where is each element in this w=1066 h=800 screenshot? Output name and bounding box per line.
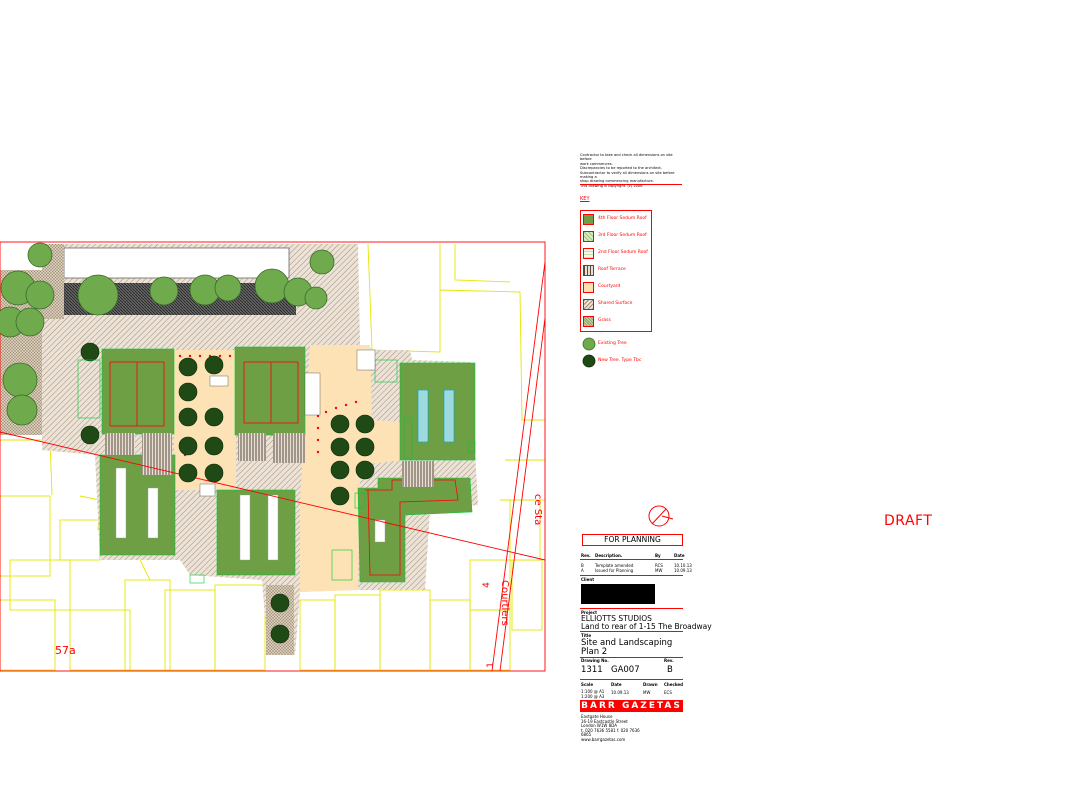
client-redaction [581,584,655,604]
address-line: www.barrgazetas.com [581,736,626,742]
new-tree-icon [582,354,596,368]
scale-header: Scale [581,682,594,687]
swatch-courtyard [583,282,594,293]
by-header: By [655,553,661,558]
divider [580,679,683,680]
plot-number-label: 57a [55,644,76,657]
key-tree-label: New Tree. Type Tbc [598,358,642,363]
project-address: Land to rear of 1-15 The Broadway [581,622,712,631]
street-name-label: Courtlers [499,580,510,626]
checked-value: ECS [664,690,672,695]
key-label: Shared Surface [598,301,633,306]
firm-logo: BARR GAZETAS [580,700,683,712]
drawing-no-label: Drawing No. [581,658,609,663]
key-label: Roof Terrace [598,267,626,272]
existing-tree-icon [582,337,596,351]
rev-label: Rev. [664,658,674,663]
drawing-title-line2: Plan 2 [581,647,608,657]
swatch-shared-surface [583,299,594,310]
key-label: 3rd Floor Sedum Roof [598,233,647,238]
client-label: Client [581,577,595,582]
rev-cell: A [581,568,584,573]
swatch-4th-floor [583,214,594,225]
drawn-header: Drawn [643,682,658,687]
note-line: Subcontractor to verify all dimensions o… [580,170,675,180]
swatch-roof-terrace [583,265,594,276]
note-line: Contractor to take and check all dimensi… [580,153,673,162]
swatch-2nd-floor [583,248,594,259]
rev-cell: MW [655,568,663,573]
divider [580,608,683,609]
description-header: Description. [595,553,623,558]
checked-header: Checked [664,682,683,687]
divider [580,575,683,576]
divider [580,559,683,560]
swatch-grass [583,316,594,327]
key-label: 2nd Floor Sedum Roof [598,250,648,255]
scale-value: 1:100 @ A1 1:200 @ A3 [581,689,605,699]
divider [580,184,682,185]
key-label: 4th Floor Sedum Roof [598,216,647,221]
date-value: 10.09.13 [611,690,629,695]
rev-cell: 10.09.13 [674,568,692,573]
house-number-1: 1 [485,662,496,668]
north-arrow-icon [648,505,674,527]
rev-cell: Issued for Planning [595,568,634,573]
key-tree-label: Existing Tree [598,341,627,346]
site-plan [0,241,674,672]
job-number: 1311 [581,665,603,675]
key-heading: KEY [580,196,590,202]
drawing-revision: B [667,665,673,675]
date-header: Date [674,553,685,558]
draft-watermark: DRAFT [884,513,933,529]
key-label: Grass [598,318,611,323]
rev-header: Rev. [581,553,591,558]
house-number-4: 4 [481,582,492,588]
planning-stamp: FOR PLANNING [582,534,683,546]
swatch-3rd-floor [583,231,594,242]
divider [580,631,683,632]
drawing-number: GA007 [611,665,640,675]
key-label: Courtyard [598,284,621,289]
general-notes: Contractor to take and check all dimensi… [580,153,682,188]
date-header: Date [611,682,622,687]
street-name-label-2: ce Sta [532,494,543,526]
drawn-value: MW [643,690,651,695]
firm-address: Eastgate House 16-19 Eastcastle Street L… [581,714,640,742]
